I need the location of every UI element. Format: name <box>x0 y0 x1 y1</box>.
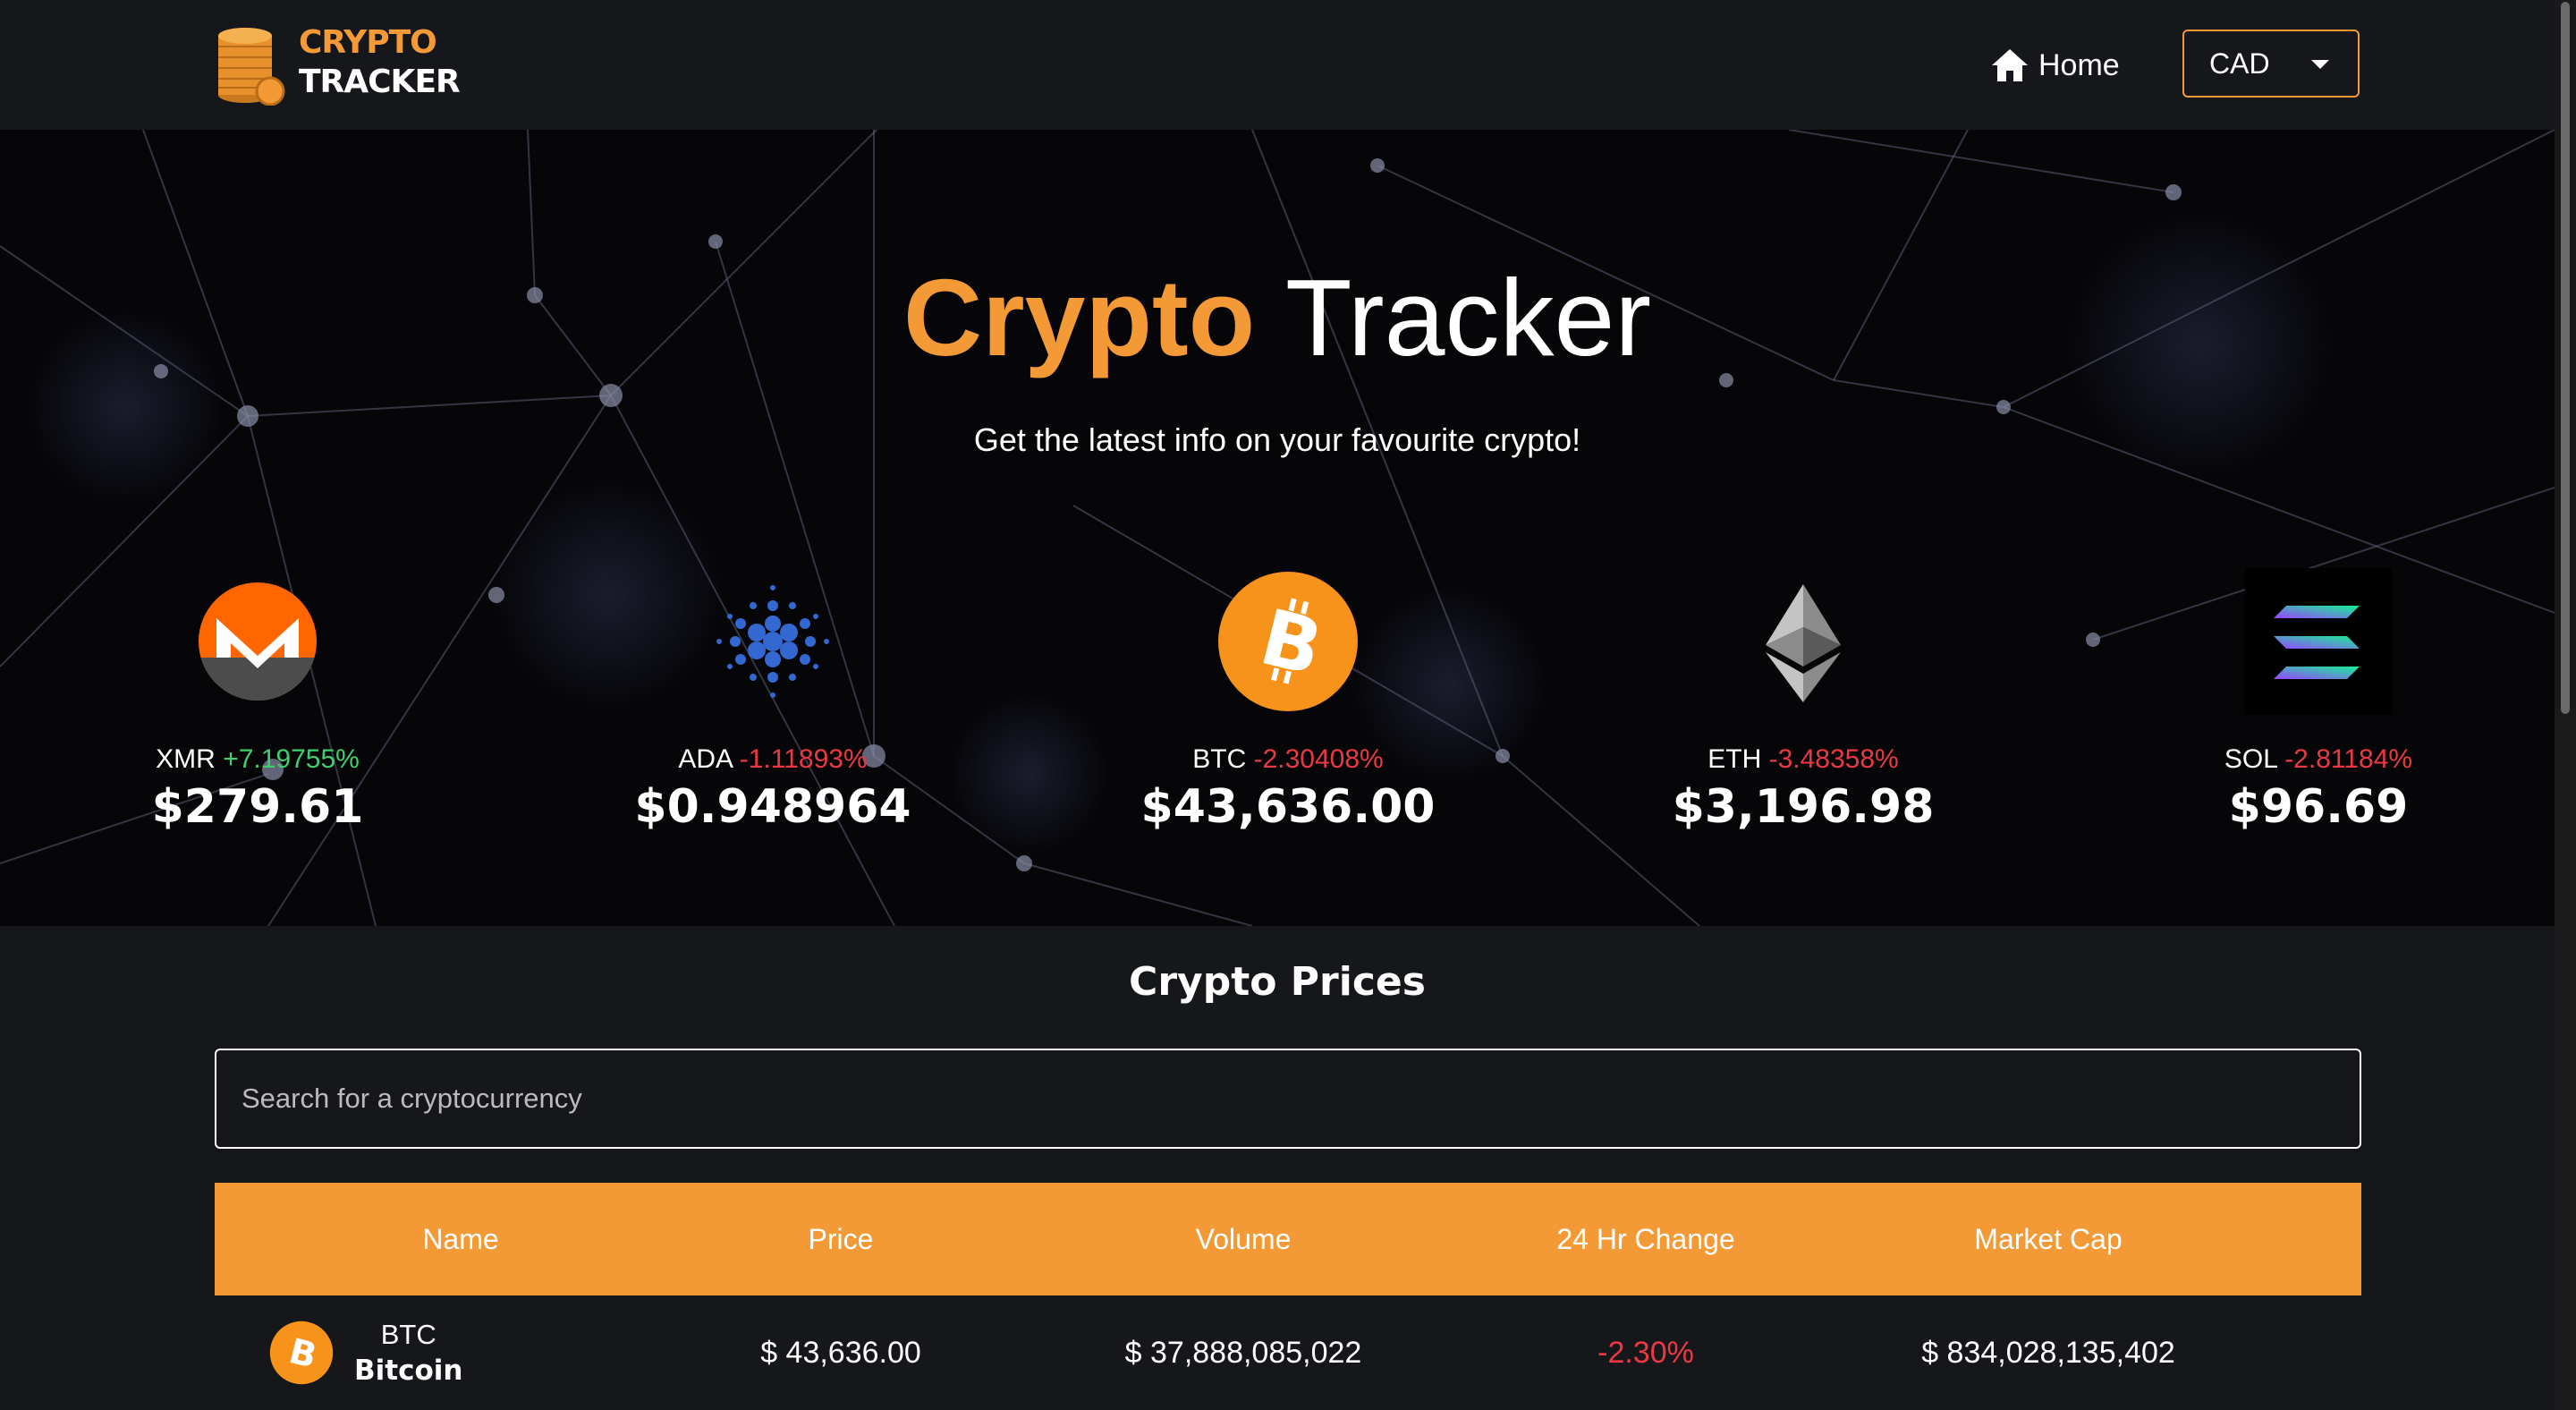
bitcoin-icon: B <box>269 1321 334 1385</box>
currency-value: CAD <box>2209 47 2270 80</box>
coin-price: $279.61 <box>151 780 364 834</box>
table-header: Name Price Volume 24 Hr Change Market Ca… <box>215 1183 2361 1295</box>
logo-line2: TRACKER <box>299 64 461 100</box>
scrollbar-thumb[interactable] <box>2561 2 2570 714</box>
column-header-price[interactable]: Price <box>707 1223 975 1256</box>
column-header-name[interactable]: Name <box>215 1223 707 1256</box>
hero-title: Crypto Tracker <box>0 255 2555 380</box>
home-icon <box>1992 49 2028 81</box>
column-header-change[interactable]: 24 Hr Change <box>1512 1223 1780 1256</box>
coin-price: $0.948964 <box>634 780 911 834</box>
coin-symbol: XMR <box>156 744 216 774</box>
ethereum-icon <box>1766 584 1841 702</box>
coin-card-sol[interactable]: SOL -2.81184% $96.69 <box>2140 568 2497 834</box>
coin-change: +7.19755% <box>223 744 360 774</box>
row-symbol: BTC <box>380 1319 436 1350</box>
chevron-down-icon <box>2311 60 2329 69</box>
monero-icon <box>199 582 317 701</box>
cardano-icon <box>716 585 829 698</box>
home-link[interactable]: Home <box>1990 43 2120 88</box>
coin-change: -3.48358% <box>1768 744 1899 774</box>
name-cell: B BTC Bitcoin <box>215 1319 707 1387</box>
solana-icon <box>2245 568 2392 715</box>
coin-price: $96.69 <box>2228 780 2409 834</box>
coin-price: $43,636.00 <box>1140 780 1436 834</box>
coin-change: -2.81184% <box>2284 744 2413 774</box>
row-price: $ 43,636.00 <box>760 1335 921 1370</box>
currency-select[interactable]: CAD <box>2182 30 2360 98</box>
coin-card-ada[interactable]: ADA -1.11893% $0.948964 <box>594 568 952 834</box>
hero-title-highlight: Crypto <box>903 257 1256 378</box>
coin-stack-icon <box>218 28 285 106</box>
hero-banner: Crypto Tracker Get the latest info on yo… <box>0 130 2555 926</box>
bitcoin-icon: B <box>1218 572 1358 711</box>
coin-change: -2.30408% <box>1253 744 1384 774</box>
coin-symbol: BTC <box>1192 744 1247 774</box>
hero-subtitle: Get the latest info on your favourite cr… <box>973 421 1581 458</box>
logo-text: CRYPTO TRACKER <box>299 23 461 102</box>
scrollbar[interactable] <box>2555 0 2576 1410</box>
logo-line1: CRYPTO <box>299 24 437 61</box>
coin-price: $3,196.98 <box>1672 780 1935 834</box>
coin-symbol: ETH <box>1707 744 1762 774</box>
row-name: Bitcoin <box>354 1355 463 1387</box>
coin-symbol: ADA <box>678 744 733 774</box>
row-volume: $ 37,888,085,022 <box>1124 1335 1362 1370</box>
navbar: CRYPTO TRACKER Home CAD <box>0 0 2555 130</box>
search-input[interactable] <box>215 1049 2361 1149</box>
logo[interactable]: CRYPTO TRACKER <box>213 23 461 106</box>
column-header-market-cap[interactable]: Market Cap <box>1780 1223 2317 1256</box>
row-market-cap: $ 834,028,135,402 <box>1921 1335 2175 1370</box>
home-label: Home <box>2038 47 2120 82</box>
column-header-volume[interactable]: Volume <box>975 1223 1512 1256</box>
hero-title-rest: Tracker <box>1285 257 1651 378</box>
section-title: Crypto Prices <box>1129 959 1426 1005</box>
row-change: -2.30% <box>1597 1335 1694 1370</box>
coin-card-eth[interactable]: ETH -3.48358% $3,196.98 <box>1624 568 1982 834</box>
coin-change: -1.11893% <box>739 744 868 774</box>
coin-card-xmr[interactable]: XMR +7.19755% $279.61 <box>79 568 436 834</box>
coin-card-btc[interactable]: B BTC -2.30408% $43,636.00 <box>1109 568 1467 834</box>
table-row[interactable]: B BTC Bitcoin $ 43,636.00 $ 37,888,085,0… <box>215 1295 2361 1410</box>
coin-symbol: SOL <box>2224 744 2277 774</box>
